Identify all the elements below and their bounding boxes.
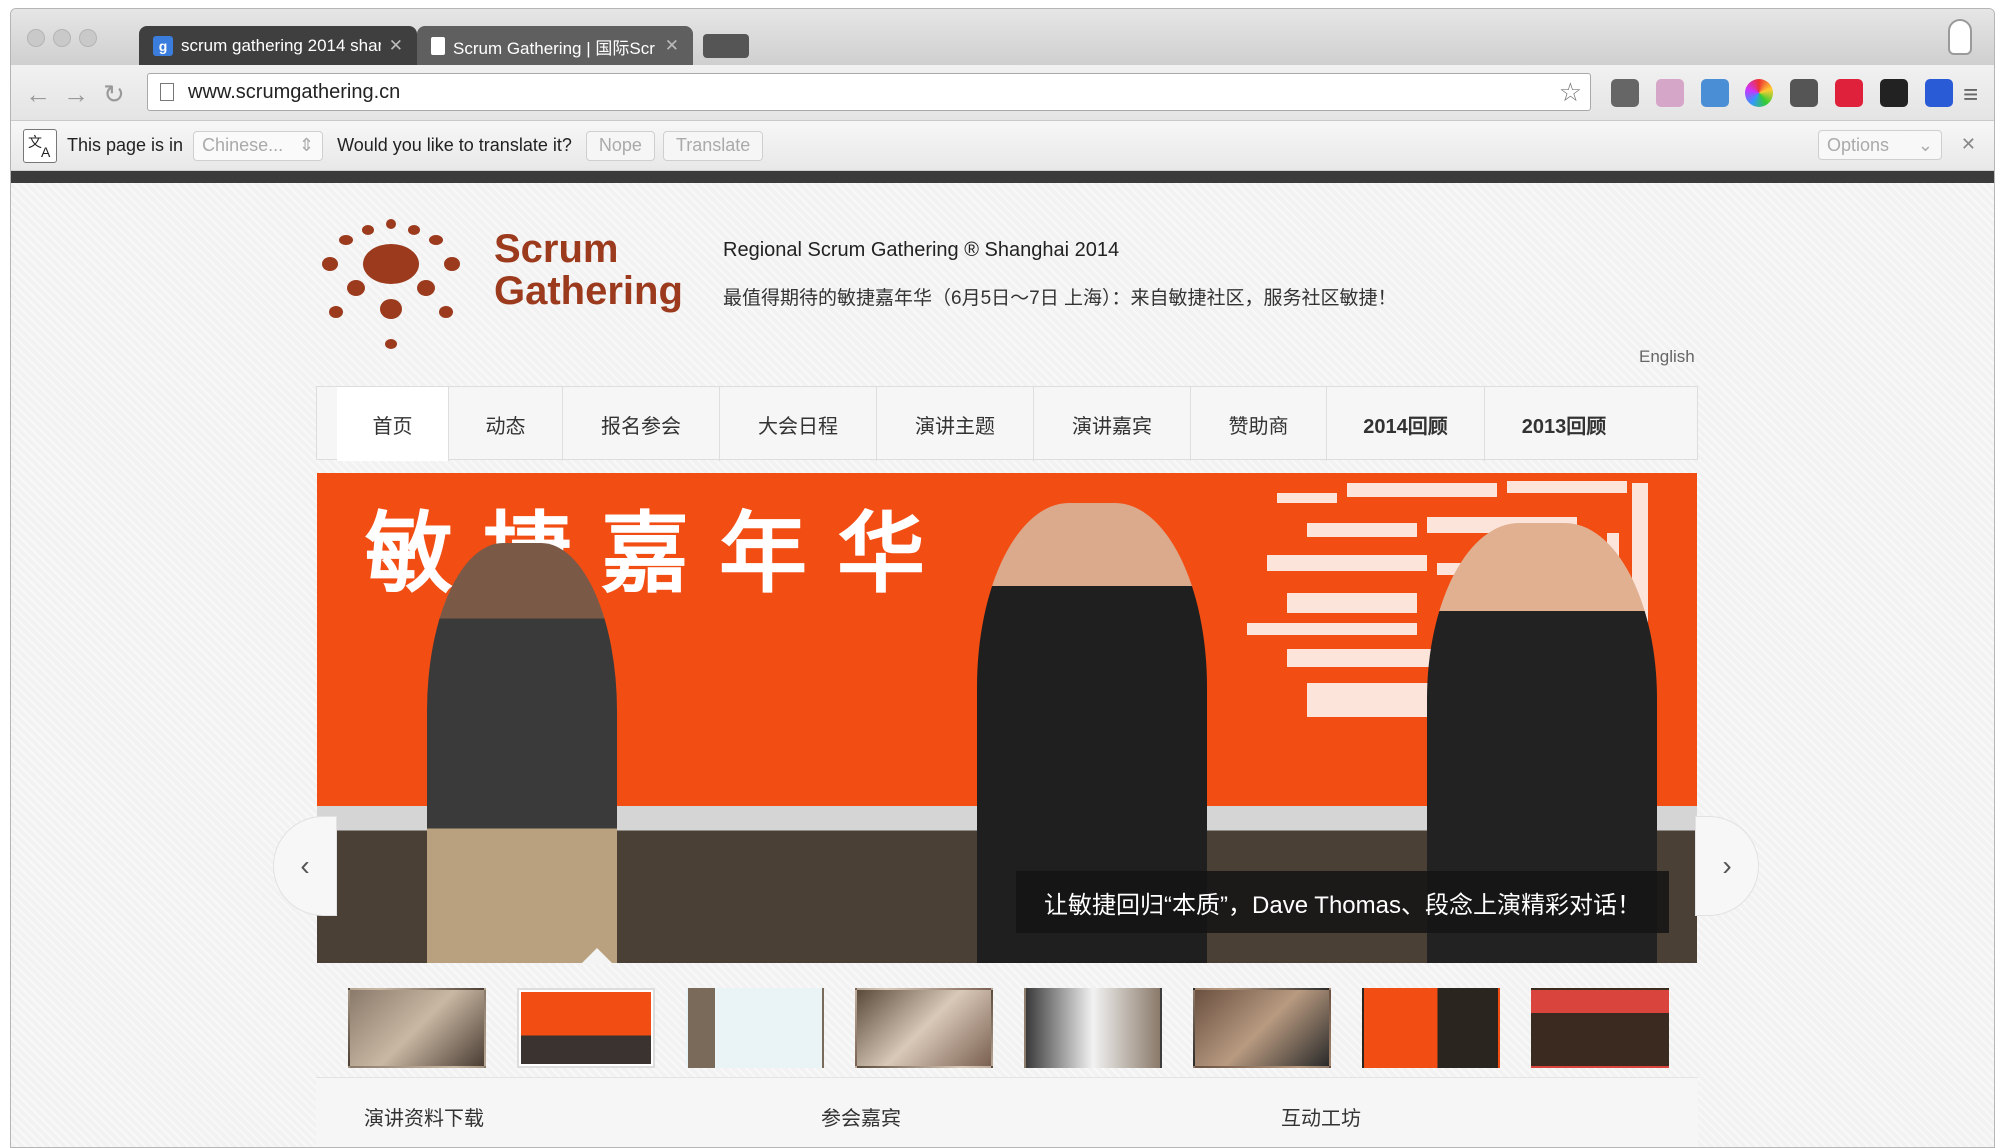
bookmark-star-icon[interactable]: ☆ (1559, 77, 1582, 108)
nope-button[interactable]: Nope (585, 130, 655, 161)
slider-next-button[interactable]: › (1695, 816, 1759, 916)
slide-thumbnail[interactable] (1024, 988, 1162, 1068)
slide-thumbnail[interactable] (855, 988, 993, 1068)
translate-bar: 文A This page is in Chinese... ⇕ Would you… (11, 121, 1994, 171)
tab-scrum-gathering[interactable]: Scrum Gathering | 国际Scr ✕ (417, 26, 693, 66)
new-tab-button[interactable] (703, 34, 749, 58)
forward-icon[interactable]: → (63, 79, 89, 110)
tab-google-search[interactable]: g scrum gathering 2014 shar ✕ (139, 26, 417, 66)
slide-thumbnail[interactable] (348, 988, 486, 1068)
zoom-window-button[interactable] (79, 29, 97, 47)
updown-icon: ⇕ (298, 135, 315, 155)
slider-thumbnails (348, 988, 1669, 1068)
section-workshops[interactable]: 互动工坊 (1281, 1102, 1361, 1131)
nav-item-speakers[interactable]: 演讲嘉宾 (1034, 387, 1191, 461)
english-link[interactable]: English (1639, 347, 1695, 367)
slide-thumbnail[interactable] (1531, 988, 1669, 1068)
nav-item-topics[interactable]: 演讲主题 (877, 387, 1034, 461)
main-nav: 首页 动态 报名参会 大会日程 演讲主题 演讲嘉宾 赞助商 2014回顾 201… (316, 386, 1698, 461)
scrum-gathering-logo[interactable] (316, 216, 466, 356)
section-headers: 演讲资料下载 参会嘉宾 互动工坊 (316, 1077, 1698, 1147)
address-bar[interactable]: www.scrumgathering.cn ☆ (147, 73, 1591, 111)
tagline-chinese: 最值得期待的敏捷嘉年华（6月5日～7日 上海）：来自敏捷社区，服务社区敏捷！ (723, 288, 1397, 309)
slide-thumbnail[interactable] (1362, 988, 1500, 1068)
nav-item-sponsors[interactable]: 赞助商 (1191, 387, 1327, 461)
section-downloads[interactable]: 演讲资料下载 (364, 1102, 484, 1131)
chevron-down-icon: ⌄ (1917, 134, 1933, 155)
slide-thumbnail[interactable] (517, 988, 655, 1068)
color-picker-icon[interactable] (1745, 79, 1773, 107)
options-select[interactable]: Options ⌄ (1818, 130, 1942, 160)
translate-question: Would you like to translate it? (337, 135, 572, 155)
page-icon (160, 83, 174, 101)
browser-toolbar: ← → ↻ www.scrumgathering.cn ☆ ≡ (11, 65, 1994, 121)
active-slide-indicator (581, 948, 613, 964)
slide-thumbnail[interactable] (686, 988, 824, 1068)
nav-item-register[interactable]: 报名参会 (563, 387, 720, 461)
nav-item-news[interactable]: 动态 (449, 387, 563, 461)
minimize-window-button[interactable] (53, 29, 71, 47)
section-attendees[interactable]: 参会嘉宾 (821, 1102, 901, 1131)
url-text[interactable]: www.scrumgathering.cn (188, 81, 1559, 104)
image-slider[interactable]: 敏捷嘉年华 让敏捷回归“本质”，Dave Thomas、段念上演精彩对话！ (317, 473, 1697, 963)
title-bar: g scrum gathering 2014 shar ✕ Scrum Gath… (11, 9, 1994, 66)
nav-item-schedule[interactable]: 大会日程 (720, 387, 877, 461)
divider (11, 171, 1994, 183)
extension-icon[interactable] (1880, 79, 1908, 107)
chevron-left-icon: ‹ (300, 850, 310, 881)
nav-item-home[interactable]: 首页 (337, 387, 449, 461)
close-tab-icon[interactable]: ✕ (665, 36, 679, 56)
extension-icon[interactable] (1790, 79, 1818, 107)
menu-icon[interactable]: ≡ (1963, 79, 1978, 110)
tab-title: Scrum Gathering | 国际Scr (453, 38, 655, 58)
nav-item-2013-review[interactable]: 2013回顾 (1485, 387, 1643, 461)
extension-icon[interactable] (1835, 79, 1863, 107)
logo-text[interactable]: Scrum Gathering (494, 228, 683, 312)
slide-caption: 让敏捷回归“本质”，Dave Thomas、段念上演精彩对话！ (1016, 871, 1669, 933)
back-icon[interactable]: ← (25, 79, 51, 110)
profile-icon[interactable] (1948, 19, 1972, 55)
tab-title: scrum gathering 2014 shar (181, 36, 381, 55)
browser-window: g scrum gathering 2014 shar ✕ Scrum Gath… (10, 8, 1995, 1148)
chevron-right-icon: › (1722, 850, 1732, 881)
translate-prefix: This page is in (67, 135, 184, 155)
speaker-photo (427, 543, 617, 963)
close-translate-icon[interactable]: ✕ (1961, 134, 1976, 155)
extension-icon[interactable] (1656, 79, 1684, 107)
close-window-button[interactable] (27, 29, 45, 47)
close-tab-icon[interactable]: ✕ (389, 36, 403, 56)
reload-icon[interactable]: ↻ (103, 79, 125, 110)
tagline-english: Regional Scrum Gathering ® Shanghai 2014 (723, 239, 1120, 261)
translate-icon: 文A (23, 128, 57, 163)
slide-thumbnail[interactable] (1193, 988, 1331, 1068)
google-g-icon: g (153, 36, 173, 56)
extension-icon[interactable] (1611, 79, 1639, 107)
extension-icon[interactable] (1925, 79, 1953, 107)
page-icon (431, 37, 445, 55)
extension-icon[interactable] (1701, 79, 1729, 107)
language-select[interactable]: Chinese... ⇕ (193, 130, 324, 161)
page-content: Scrum Gathering Regional Scrum Gathering… (11, 183, 1994, 1147)
translate-button[interactable]: Translate (662, 130, 764, 161)
slider-prev-button[interactable]: ‹ (273, 816, 337, 916)
nav-item-2014-review[interactable]: 2014回顾 (1327, 387, 1485, 461)
